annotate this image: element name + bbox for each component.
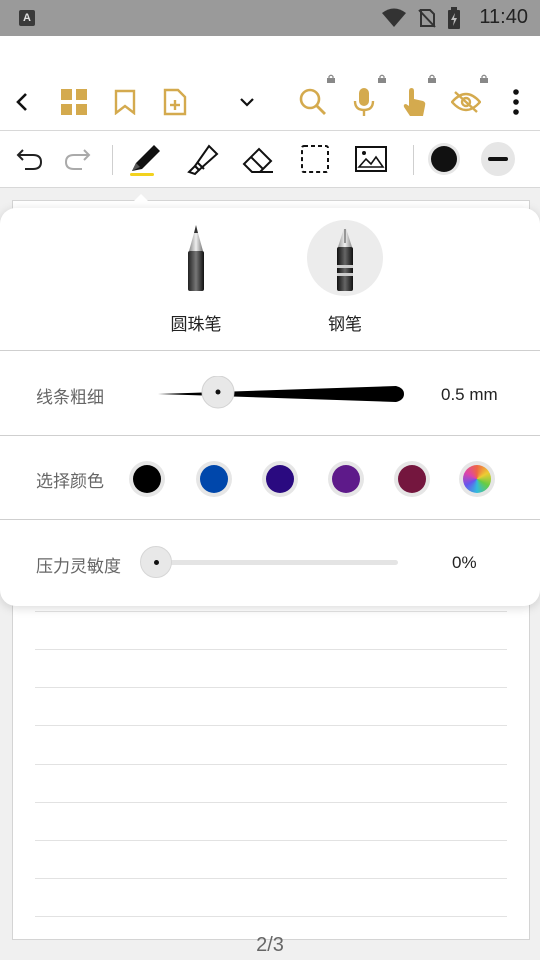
lock-icon — [428, 74, 436, 83]
eraser-tool-button[interactable] — [240, 141, 276, 177]
highlighter-icon — [187, 144, 219, 176]
pen-settings-popup: 圆珠笔 钢笔 线条粗细 0.5 mm 选择颜色 压力灵敏度 0% — [0, 208, 540, 606]
color-label: 选择颜色 — [36, 472, 104, 492]
pen-icon — [130, 145, 160, 176]
redo-button[interactable] — [60, 141, 96, 177]
color-swatch-blue[interactable] — [196, 461, 232, 497]
add-page-button[interactable] — [157, 86, 193, 118]
thumbnails-icon — [61, 89, 87, 115]
page-indicator: 2/3 — [256, 934, 284, 956]
more-menu-button[interactable] — [498, 86, 534, 118]
stroke-width-slider[interactable] — [156, 376, 408, 412]
eraser-icon — [242, 147, 273, 173]
annotation-toolbar — [0, 130, 540, 188]
lock-icon — [327, 74, 335, 83]
dropdown-chevron-icon — [240, 98, 254, 107]
pressure-label: 压力灵敏度 — [36, 557, 121, 577]
undo-icon — [16, 149, 43, 170]
more-icon — [513, 89, 519, 115]
pressure-slider[interactable] — [150, 560, 398, 565]
color-swatch-black[interactable] — [129, 461, 165, 497]
color-swatch-purple[interactable] — [328, 461, 364, 497]
popup-pointer — [126, 194, 156, 209]
undo-button[interactable] — [11, 141, 47, 177]
pressure-slider-knob[interactable] — [140, 546, 172, 578]
fountain-pen-icon — [337, 225, 353, 291]
back-button[interactable] — [4, 86, 40, 118]
back-icon — [16, 93, 27, 111]
pen-type-label: 钢笔 — [328, 315, 362, 335]
voice-button[interactable] — [346, 74, 386, 118]
color-swatch-indigo[interactable] — [262, 461, 298, 497]
document-toolbar — [0, 36, 540, 130]
add-page-icon — [163, 88, 187, 116]
color-palette-button[interactable] — [459, 461, 495, 497]
color-picker-button[interactable] — [426, 141, 462, 177]
pressure-value: 0% — [452, 553, 477, 572]
status-bar: A 11:40 — [0, 0, 540, 36]
lock-icon — [378, 74, 386, 83]
color-swatch-maroon[interactable] — [394, 461, 430, 497]
eye-off-icon — [451, 91, 481, 113]
stroke-width-button[interactable] — [480, 141, 516, 177]
search-icon — [299, 88, 326, 115]
color-icon — [428, 143, 460, 175]
redo-icon — [64, 149, 91, 170]
app-badge-icon: A — [19, 10, 35, 26]
stroke-width-value: 0.5 mm — [441, 385, 498, 404]
touch-mode-button[interactable] — [396, 74, 436, 118]
thumbnails-button[interactable] — [56, 86, 92, 118]
more-tools-dropdown[interactable] — [229, 86, 265, 118]
bookmark-icon — [114, 89, 136, 115]
lasso-select-icon — [301, 145, 329, 173]
ballpoint-pen-icon — [188, 225, 204, 291]
stroke-width-label: 线条粗细 — [36, 388, 104, 408]
bookmark-button[interactable] — [107, 86, 143, 118]
search-button[interactable] — [295, 74, 335, 118]
microphone-icon — [353, 88, 375, 116]
touch-icon — [403, 88, 426, 116]
insert-image-button[interactable] — [353, 141, 389, 177]
lasso-select-button[interactable] — [297, 141, 333, 177]
highlighter-tool-button[interactable] — [184, 141, 220, 177]
pen-type-ballpoint[interactable]: 圆珠笔 — [146, 220, 246, 340]
pen-tool-button[interactable] — [128, 141, 164, 177]
lock-icon — [480, 74, 488, 83]
color-palette-icon — [463, 465, 491, 493]
hide-annotations-button[interactable] — [448, 74, 488, 118]
battery-charging-icon — [448, 7, 460, 29]
status-time: 11:40 — [479, 6, 528, 28]
stroke-width-icon — [481, 142, 515, 176]
image-icon — [355, 146, 387, 172]
pen-type-label: 圆珠笔 — [170, 315, 222, 335]
pen-type-fountain[interactable]: 钢笔 — [295, 220, 395, 340]
no-sim-icon — [418, 9, 436, 28]
wifi-icon — [382, 8, 406, 27]
